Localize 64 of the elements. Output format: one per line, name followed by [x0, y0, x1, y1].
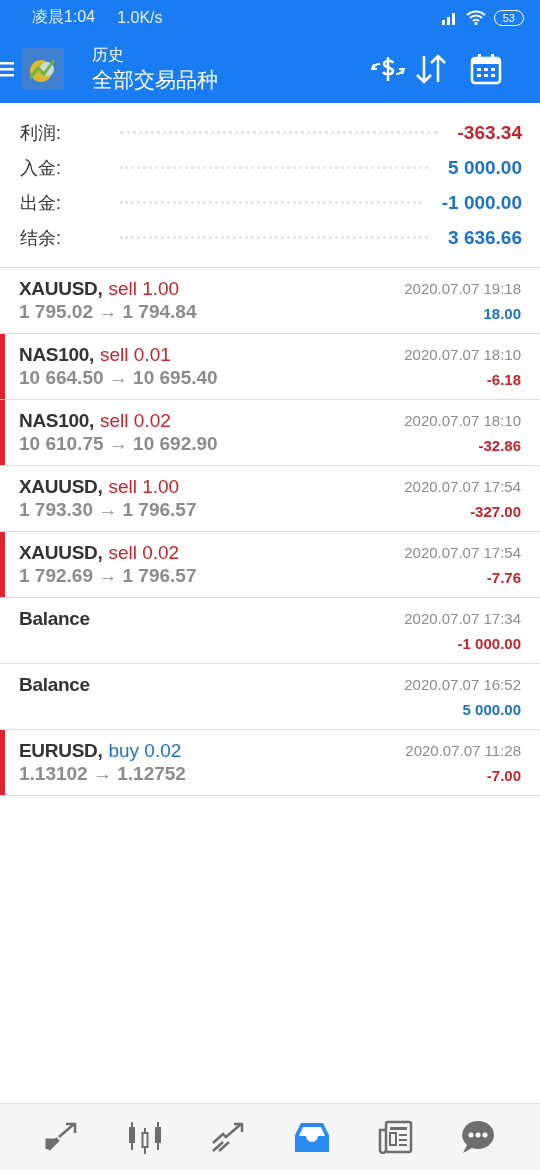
newspaper-icon[interactable]	[376, 1120, 413, 1154]
deal-prices: 10 664.50 → 10 695.40	[19, 367, 218, 389]
currency-exchange-icon[interactable]	[370, 54, 406, 84]
deal-prices: 10 610.75 → 10 692.90	[19, 433, 218, 455]
summary-value: -363.34	[457, 121, 522, 144]
trend-chart-icon[interactable]	[211, 1121, 246, 1153]
deal-time: 2020.07.07 18:10	[404, 346, 521, 363]
deal-time: 2020.07.07 17:54	[404, 544, 521, 561]
summary-label: 结余:	[20, 226, 62, 250]
summary-label: 利润:	[20, 121, 62, 145]
deal-profit: -6.18	[486, 371, 521, 388]
deal-symbol: NAS100,	[19, 344, 94, 366]
deal-volume: sell 0.02	[100, 410, 171, 432]
deal-prices: 1.13102 → 1.12752	[19, 763, 186, 785]
inbox-icon[interactable]	[294, 1122, 329, 1152]
network-speed: 1.0K/s	[117, 8, 163, 27]
deal-symbol: XAUUSD,	[19, 542, 103, 564]
calendar-icon[interactable]	[470, 53, 502, 85]
deal-profit: -327.00	[470, 503, 521, 520]
deal-volume: buy 0.02	[108, 740, 182, 762]
deal-row[interactable]: XAUUSD, sell 1.00 1 795.02 → 1 794.84 2020.07.07 19:18 18.00	[0, 268, 540, 334]
deal-volume: sell 0.01	[100, 344, 171, 366]
deal-symbol: XAUUSD,	[19, 278, 103, 300]
chat-bubble-icon[interactable]	[461, 1120, 496, 1154]
deal-time: 2020.07.07 16:52	[404, 676, 521, 693]
app-logo-icon	[22, 48, 64, 90]
summary-value: 5 000.00	[448, 156, 522, 179]
deal-profit: 5 000.00	[462, 701, 521, 718]
deal-profit: 18.00	[483, 305, 521, 322]
deal-symbol: EURUSD,	[19, 740, 103, 762]
deal-symbol: XAUUSD,	[19, 476, 103, 498]
deal-time: 2020.07.07 18:10	[404, 412, 521, 429]
deal-row[interactable]: XAUUSD, sell 1.00 1 793.30 → 1 796.57 2020.07.07 17:54 -327.00	[0, 466, 540, 532]
wifi-icon	[465, 10, 486, 25]
deal-time: 2020.07.07 17:34	[404, 610, 521, 627]
deal-time: 2020.07.07 11:28	[405, 742, 521, 759]
deal-row[interactable]: Balance 2020.07.07 17:34 -1 000.00	[0, 598, 540, 664]
deal-time: 2020.07.07 17:54	[404, 478, 521, 495]
summary-label: 出金:	[20, 191, 62, 215]
deal-prices: 1 793.30 → 1 796.57	[19, 499, 197, 521]
summary-value: -1 000.00	[441, 191, 522, 214]
summary-label: 入金:	[20, 156, 62, 180]
deal-prices: 1 795.02 → 1 794.84	[19, 301, 197, 323]
signal-icon	[439, 10, 458, 25]
deal-profit: -1 000.00	[457, 635, 521, 652]
screen-title: 历史	[92, 44, 125, 65]
deal-prices: 1 792.69 → 1 796.57	[19, 565, 197, 587]
deal-volume: sell 1.00	[108, 476, 180, 498]
symbol-filter[interactable]: 全部交易品种	[92, 65, 362, 94]
deal-profit: -32.86	[478, 437, 521, 454]
deal-volume: sell 1.00	[108, 278, 180, 300]
summary-value: 3 636.66	[448, 226, 522, 249]
candlestick-icon[interactable]	[127, 1120, 163, 1154]
deal-row[interactable]: Balance 2020.07.07 16:52 5 000.00	[0, 664, 540, 730]
deal-symbol: Balance	[19, 608, 90, 630]
deal-profit: -7.00	[486, 767, 521, 784]
deal-profit: -7.76	[486, 569, 521, 586]
menu-icon[interactable]	[0, 59, 14, 79]
deal-symbol: Balance	[19, 674, 90, 696]
deal-symbol: NAS100,	[19, 410, 94, 432]
sort-icon[interactable]	[414, 54, 448, 84]
deal-time: 2020.07.07 19:18	[404, 280, 521, 297]
status-time: 凌晨1:04	[32, 7, 96, 27]
deal-volume: sell 0.02	[108, 542, 180, 564]
